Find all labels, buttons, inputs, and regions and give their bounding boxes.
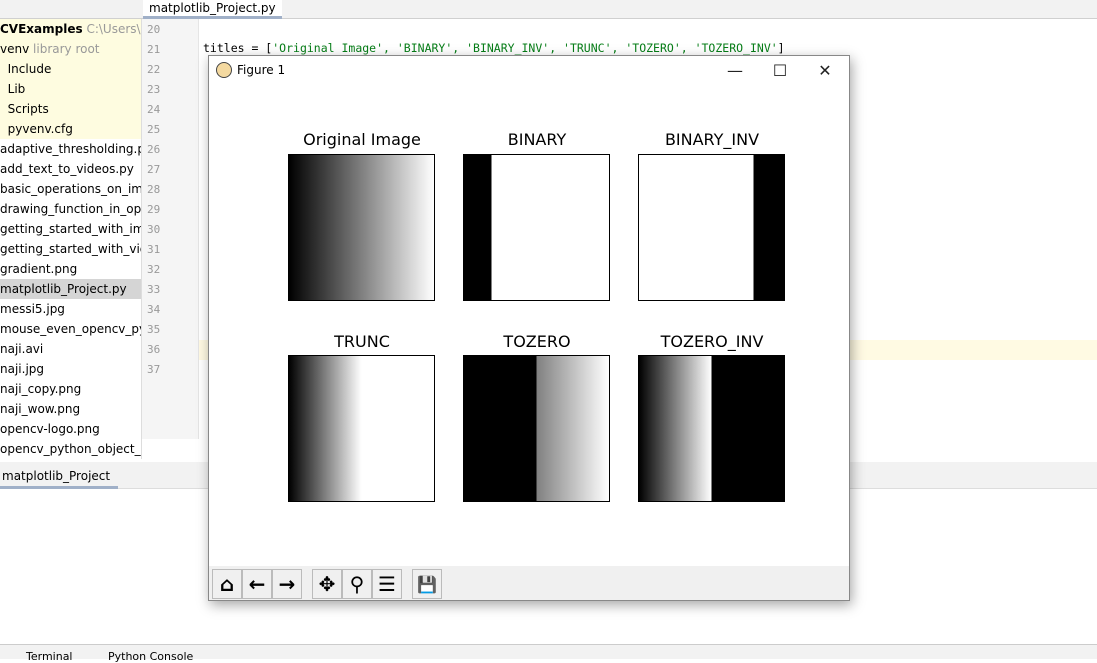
plot-trunc — [288, 355, 435, 502]
line-number: 31 — [147, 243, 161, 256]
line-number: 21 — [147, 43, 161, 56]
line-number: 29 — [147, 203, 161, 216]
line-number: 30 — [147, 223, 161, 236]
tree-item[interactable]: mouse_even_opencv_python — [0, 319, 141, 339]
tree-item[interactable]: Lib — [0, 79, 141, 99]
line-number: 23 — [147, 83, 161, 96]
plot-title: TOZERO — [503, 332, 571, 351]
plot-binary-inv — [638, 154, 785, 301]
line-number: 22 — [147, 63, 161, 76]
tree-item[interactable]: matplotlib_Project.py — [0, 279, 141, 299]
plot-binary — [463, 154, 610, 301]
line-number: 28 — [147, 183, 161, 196]
tree-item[interactable]: Scripts — [0, 99, 141, 119]
project-tree: CVExamples C:\Users\naji venv library ro… — [0, 19, 142, 459]
plot-title: Original Image — [303, 130, 421, 149]
tree-item[interactable]: Include — [0, 59, 141, 79]
figure-toolbar: ⌂ ← → ✥ ⚲ ☰ 💾 — [209, 566, 849, 600]
minimize-button[interactable]: — — [715, 58, 755, 84]
matplotlib-logo-icon — [216, 62, 232, 78]
line-number: 37 — [147, 363, 161, 376]
tree-item[interactable]: naji.jpg — [0, 359, 141, 379]
code-line: titles = ['Original Image', 'BINARY', 'B… — [203, 41, 785, 55]
plot-title: TRUNC — [334, 332, 390, 351]
tree-item[interactable]: basic_operations_on_image.py — [0, 179, 141, 199]
line-number: 20 — [147, 23, 161, 36]
pan-button[interactable]: ✥ — [312, 569, 342, 599]
tree-item[interactable]: opencv-logo.png — [0, 419, 141, 439]
figure-window: Figure 1 — ☐ ✕ Original Image BINARY BIN… — [208, 55, 850, 601]
line-number: 27 — [147, 163, 161, 176]
plot-tozero-inv — [638, 355, 785, 502]
bottom-toolbar: Terminal Python Console — [0, 644, 1097, 663]
tree-item[interactable]: CVExamples C:\Users\naji — [0, 19, 141, 39]
tree-item[interactable]: getting_started_with_video.py — [0, 239, 141, 259]
line-number: 25 — [147, 123, 161, 136]
line-gutter: 20 21 22 23 24 25 26 27 28 29 30 31 32 33 34 35 36 37 — [142, 19, 199, 439]
plot-title: TOZERO_INV — [660, 332, 764, 351]
plot-original-image — [288, 154, 435, 301]
line-number: 26 — [147, 143, 161, 156]
plot-title: BINARY_INV — [664, 130, 760, 149]
tree-item[interactable]: getting_started_with_image.py — [0, 219, 141, 239]
tree-item[interactable]: naji_wow.png — [0, 399, 141, 419]
run-tab[interactable]: matplotlib_Project — [0, 462, 119, 489]
close-button[interactable]: ✕ — [805, 58, 845, 84]
editor-tab[interactable]: matplotlib_Project.py — [143, 0, 282, 19]
forward-button[interactable]: → — [272, 569, 302, 599]
line-number: 33 — [147, 283, 161, 296]
home-button[interactable]: ⌂ — [212, 569, 242, 599]
plot-title: BINARY — [507, 130, 567, 149]
tree-item[interactable]: pyvenv.cfg — [0, 119, 141, 139]
save-button[interactable]: 💾 — [412, 569, 442, 599]
terminal-tab[interactable]: Terminal — [26, 650, 73, 663]
zoom-button[interactable]: ⚲ — [342, 569, 372, 599]
tree-item[interactable]: gradient.png — [0, 259, 141, 279]
tree-item[interactable]: add_text_to_videos.py — [0, 159, 141, 179]
python-console-tab[interactable]: Python Console — [108, 650, 193, 663]
tree-item[interactable]: opencv_python_object_dete — [0, 439, 141, 459]
maximize-button[interactable]: ☐ — [760, 58, 800, 84]
window-title: Figure 1 — [237, 63, 286, 77]
line-number: 32 — [147, 263, 161, 276]
tree-item[interactable]: naji_copy.png — [0, 379, 141, 399]
configure-subplots-button[interactable]: ☰ — [372, 569, 402, 599]
plot-tozero — [463, 355, 610, 502]
tree-item[interactable]: naji.avi — [0, 339, 141, 359]
tree-item[interactable]: messi5.jpg — [0, 299, 141, 319]
tree-item[interactable]: venv library root — [0, 39, 141, 59]
tree-item[interactable]: drawing_function_in_opencv — [0, 199, 141, 219]
line-number: 34 — [147, 303, 161, 316]
line-number: 36 — [147, 343, 161, 356]
line-number: 24 — [147, 103, 161, 116]
back-button[interactable]: ← — [242, 569, 272, 599]
line-number: 35 — [147, 323, 161, 336]
tree-item[interactable]: adaptive_thresholding.py — [0, 139, 141, 159]
